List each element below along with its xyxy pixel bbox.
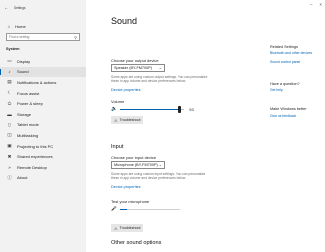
home-nav-item[interactable]: ⌂ Home bbox=[6, 24, 26, 29]
shared-experiences-icon: ✖ bbox=[7, 153, 12, 159]
windows-better-heading: Make Windows better bbox=[270, 107, 307, 111]
sidebar-item-label: Power & sleep bbox=[17, 101, 43, 107]
section-label-system: System bbox=[6, 47, 20, 51]
related-link-bluetooth[interactable]: Bluetooth and other devices bbox=[270, 51, 312, 55]
projecting-icon: ▣ bbox=[7, 143, 12, 149]
storage-icon: ▬ bbox=[7, 111, 12, 117]
input-device-value: Microphone (BY-FM700P) bbox=[114, 162, 158, 167]
notifications-icon: ▤ bbox=[7, 79, 12, 85]
home-label: Home bbox=[15, 24, 26, 29]
volume-label: Volume bbox=[111, 99, 125, 104]
sidebar-item-about[interactable]: ⓘ About bbox=[0, 173, 86, 184]
info-icon: ⓘ bbox=[7, 174, 12, 180]
sidebar-item-label: About bbox=[17, 175, 28, 181]
troubleshoot-icon: ⚠ bbox=[114, 225, 118, 231]
question-heading: Have a question? bbox=[270, 82, 300, 86]
home-icon: ⌂ bbox=[7, 24, 11, 29]
related-settings-heading: Related Settings bbox=[270, 45, 298, 49]
search-box[interactable]: ⚲ bbox=[6, 33, 80, 41]
microphone-level-row: 🎤 bbox=[111, 206, 180, 212]
input-help-text: Some apps are using custom input setting… bbox=[111, 172, 206, 181]
chevron-down-icon: ⌄ bbox=[158, 162, 162, 168]
sidebar-item-label: Focus assist bbox=[17, 90, 40, 96]
tablet-icon: ▯ bbox=[8, 121, 11, 127]
multitasking-icon: ◫ bbox=[7, 132, 12, 138]
volume-slider[interactable] bbox=[120, 105, 185, 113]
sidebar-item-remote-desktop[interactable]: » Remote Desktop bbox=[0, 162, 86, 173]
volume-row: 🔈 93 bbox=[111, 105, 194, 113]
output-device-properties-link[interactable]: Device properties bbox=[111, 88, 141, 92]
test-microphone-label: Test your microphone bbox=[111, 199, 150, 204]
settings-window: ← Settings ⌂ Home ⚲ System ▭ Display ♪ Soun… bbox=[0, 0, 325, 252]
microphone-icon: 🎤 bbox=[111, 206, 117, 211]
input-heading: Input bbox=[111, 144, 124, 150]
sidebar-item-label: Sound bbox=[17, 69, 29, 75]
sidebar-item-label: Multitasking bbox=[17, 132, 39, 138]
related-link-sound-control-panel[interactable]: Sound control panel bbox=[270, 60, 300, 64]
output-troubleshoot-button[interactable]: ⚠ Troubleshoot bbox=[111, 116, 144, 124]
sidebar-item-label: Remote Desktop bbox=[17, 164, 47, 170]
display-icon: ▭ bbox=[7, 58, 12, 64]
volume-slider-thumb[interactable] bbox=[178, 105, 182, 113]
sidebar-item-label: Storage bbox=[17, 111, 32, 117]
page-title: Sound bbox=[111, 16, 138, 26]
sidebar-item-multitasking[interactable]: ◫ Multitasking bbox=[0, 130, 86, 141]
sidebar-item-storage[interactable]: ▬ Storage bbox=[0, 109, 86, 120]
sidebar-item-shared-experiences[interactable]: ✖ Shared experiences bbox=[0, 151, 86, 162]
main-content: Sound Choose your output device Speaker … bbox=[108, 0, 258, 252]
sidebar-item-sound[interactable]: ♪ Sound bbox=[0, 66, 86, 78]
speaker-icon: ♪ bbox=[8, 69, 11, 75]
sidebar-item-projecting-to-this-pc[interactable]: ▣ Projecting to this PC bbox=[0, 141, 86, 152]
troubleshoot-icon: ⚠ bbox=[114, 117, 118, 123]
output-troubleshoot-label: Troubleshoot bbox=[119, 118, 141, 122]
input-troubleshoot-button[interactable]: ⚠ Troubleshoot bbox=[111, 224, 144, 232]
output-device-dropdown[interactable]: Speaker (BY-FM700P) ⌄ bbox=[111, 64, 165, 72]
back-arrow-icon[interactable]: ← bbox=[4, 5, 9, 11]
microphone-level-fill bbox=[119, 208, 127, 210]
output-device-value: Speaker (BY-FM700P) bbox=[114, 65, 153, 70]
sidebar-item-focus-assist[interactable]: ☾ Focus assist bbox=[0, 88, 86, 99]
search-input[interactable] bbox=[9, 35, 69, 39]
sidebar-item-power-sleep[interactable]: ⏻ Power & sleep bbox=[0, 98, 86, 109]
output-device-label: Choose your output device bbox=[111, 58, 159, 63]
remote-desktop-icon: » bbox=[8, 164, 11, 170]
chevron-down-icon: ⌄ bbox=[158, 65, 162, 71]
search-icon[interactable]: ⚲ bbox=[74, 35, 77, 40]
volume-value: 93 bbox=[189, 106, 194, 112]
microphone-level-meter bbox=[119, 208, 180, 210]
sidebar: ← Settings ⌂ Home ⚲ System ▭ Display ♪ Soun… bbox=[0, 0, 86, 252]
input-device-label: Choose your input device bbox=[111, 155, 157, 160]
input-troubleshoot-label: Troubleshoot bbox=[119, 226, 141, 230]
related-settings-panel: Related Settings Bluetooth and other dev… bbox=[270, 0, 325, 252]
volume-slider-fill bbox=[120, 108, 180, 110]
output-help-text: Some apps are using custom output settin… bbox=[111, 75, 208, 84]
sidebar-item-label: Projecting to this PC bbox=[17, 143, 54, 149]
power-icon: ⏻ bbox=[7, 101, 12, 107]
other-sound-options-heading: Other sound options bbox=[111, 240, 162, 246]
sidebar-item-display[interactable]: ▭ Display bbox=[0, 56, 86, 67]
app-title: Settings bbox=[14, 6, 26, 10]
sidebar-item-label: Notifications & actions bbox=[17, 79, 57, 85]
sidebar-item-label: Tablet mode bbox=[17, 122, 39, 128]
get-help-link[interactable]: Get help bbox=[270, 88, 283, 92]
sidebar-item-label: Display bbox=[17, 58, 31, 64]
moon-icon: ☾ bbox=[7, 90, 12, 96]
title-bar: ← Settings bbox=[4, 4, 26, 12]
sidebar-item-label: Shared experiences bbox=[17, 154, 53, 160]
input-device-dropdown[interactable]: Microphone (BY-FM700P) ⌄ bbox=[111, 161, 165, 169]
give-feedback-link[interactable]: Give us feedback bbox=[270, 114, 296, 118]
nav-list: ▭ Display ♪ Sound ▤ Notifications & actions ☾ F… bbox=[0, 56, 86, 183]
speaker-icon[interactable]: 🔈 bbox=[111, 106, 117, 112]
input-device-properties-link[interactable]: Device properties bbox=[111, 185, 141, 189]
sidebar-item-notifications-actions[interactable]: ▤ Notifications & actions bbox=[0, 77, 86, 88]
sidebar-item-tablet-mode[interactable]: ▯ Tablet mode bbox=[0, 120, 86, 131]
